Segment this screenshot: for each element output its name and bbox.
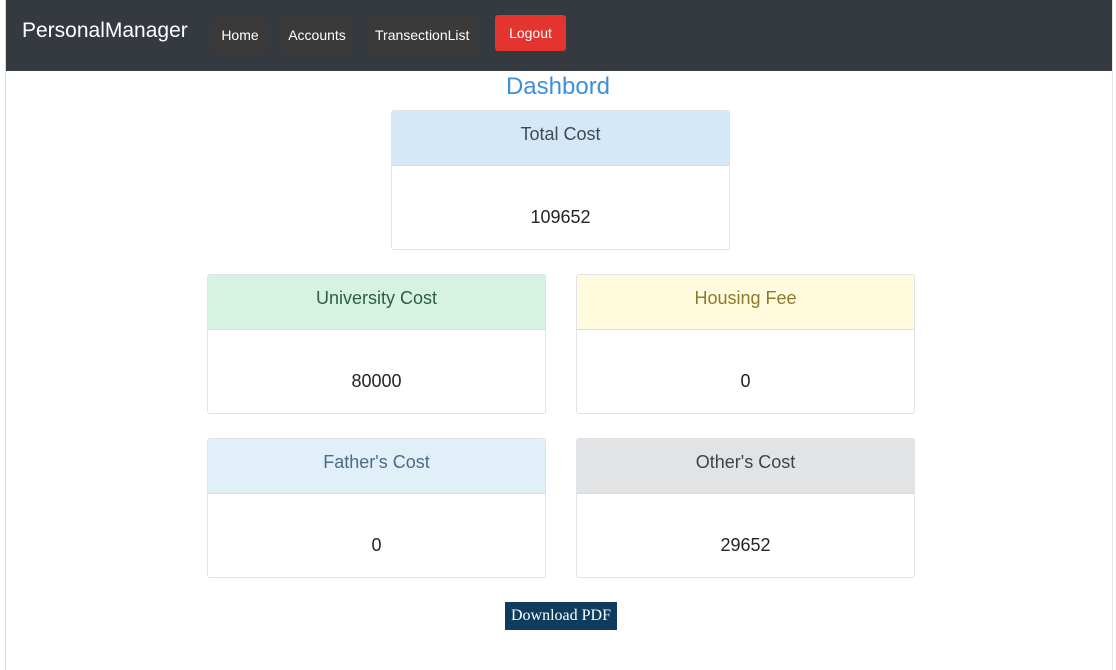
fathers-cost-card: Father's Cost 0 (207, 438, 546, 578)
others-cost-card-header: Other's Cost (577, 439, 914, 494)
others-cost-card: Other's Cost 29652 (576, 438, 915, 578)
nav-transection-list-link[interactable]: TransectionList (369, 17, 475, 53)
total-cost-card: Total Cost 109652 (391, 110, 730, 250)
brand-logo-text[interactable]: PersonalManager (22, 17, 188, 45)
nav-accounts-link[interactable]: Accounts (281, 17, 353, 53)
university-cost-card-header: University Cost (208, 275, 545, 330)
university-cost-value: 80000 (351, 371, 402, 391)
nav-home-link[interactable]: Home (214, 17, 266, 53)
total-cost-value: 109652 (530, 207, 591, 227)
housing-fee-card: Housing Fee 0 (576, 274, 915, 414)
housing-fee-card-header: Housing Fee (577, 275, 914, 330)
download-pdf-button[interactable]: Download PDF (505, 602, 617, 630)
others-cost-value: 29652 (720, 535, 771, 555)
fathers-cost-value: 0 (371, 535, 382, 555)
total-cost-card-header: Total Cost (392, 111, 729, 166)
top-navbar: PersonalManager Home Accounts Transectio… (6, 0, 1112, 71)
university-cost-card: University Cost 80000 (207, 274, 546, 414)
housing-fee-value: 0 (740, 371, 751, 391)
logout-button[interactable]: Logout (495, 15, 566, 51)
page-title: Dashbord (505, 73, 611, 100)
fathers-cost-card-header: Father's Cost (208, 439, 545, 494)
